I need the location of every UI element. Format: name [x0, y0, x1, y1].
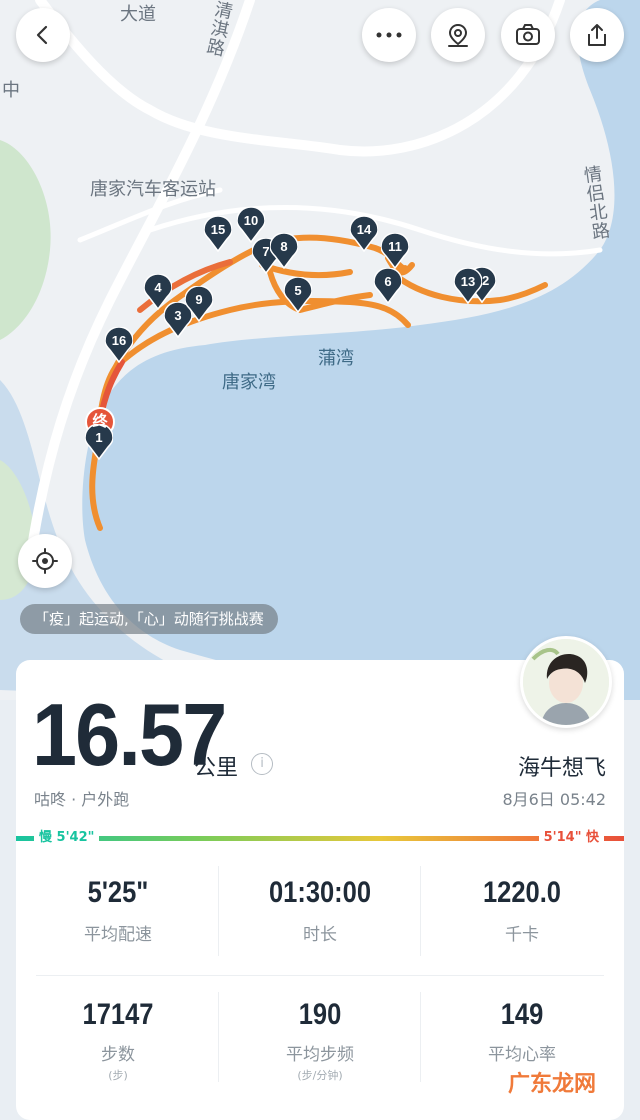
pace-slow-label: 慢 5'42": [34, 829, 100, 847]
km-marker-label: 4: [154, 280, 162, 295]
km-marker-label: 10: [243, 213, 259, 228]
route-map[interactable]: 大道 清淇路 情侣北路 唐家汽车客运站 中 唐家湾 蒲湾 12345678910…: [0, 0, 640, 700]
info-icon[interactable]: i: [251, 753, 273, 775]
km-marker-label: 8: [280, 239, 288, 254]
km-marker-label: 14: [356, 222, 372, 237]
stat-heartrate-value: 149: [500, 998, 544, 1031]
stat-cadence-unit: (步/分钟): [297, 1069, 343, 1082]
km-marker: 16: [104, 326, 134, 364]
km-marker: 4: [143, 273, 173, 311]
back-button[interactable]: [16, 8, 70, 62]
stat-cadence-label: 平均步频: [286, 1045, 354, 1065]
bus-station-label: 唐家汽车客运站: [90, 179, 216, 200]
more-button[interactable]: [362, 8, 416, 62]
left-edge-label: 中: [2, 80, 20, 101]
activity-type: 咕咚 · 户外跑: [34, 790, 130, 809]
km-marker: 9: [184, 285, 214, 323]
divider: [218, 866, 219, 956]
km-marker-label: 16: [111, 333, 127, 348]
road-label-top: 大道: [120, 4, 156, 25]
avatar[interactable]: [520, 636, 612, 728]
crosshair-icon: [32, 548, 58, 574]
km-marker-label: 6: [384, 274, 392, 289]
stat-duration-label: 时长: [303, 925, 337, 945]
stat-steps-value: 17147: [82, 998, 154, 1031]
km-marker: 14: [349, 215, 379, 253]
km-marker-label: 5: [294, 283, 302, 298]
activity-datetime: 8月6日 05:42: [502, 790, 606, 809]
avatar-image: [523, 639, 609, 725]
km-marker-label: 15: [210, 222, 226, 237]
km-marker: 13: [453, 267, 483, 305]
pace-gradient-bar: [16, 836, 624, 841]
km-marker: 15: [203, 215, 233, 253]
divider: [420, 992, 421, 1082]
km-marker: 11: [380, 232, 410, 270]
stat-pace-value: 5'25": [87, 876, 149, 909]
stat-steps-unit: (步): [108, 1069, 128, 1082]
divider: [36, 975, 604, 976]
km-marker: 6: [373, 267, 403, 305]
end-marker: 终: [92, 412, 108, 430]
stat-cadence-value: 190: [298, 998, 342, 1031]
stat-pace-label: 平均配速: [84, 925, 152, 945]
km-marker-label: 9: [195, 292, 203, 307]
more-dots-icon: [376, 32, 402, 38]
stat-calories-value: 1220.0: [482, 876, 561, 909]
divider: [420, 866, 421, 956]
divider: [218, 992, 219, 1082]
km-marker-label: 1: [95, 430, 103, 445]
camera-icon: [516, 24, 540, 45]
location-button[interactable]: [431, 8, 485, 62]
stat-duration-value: 01:30:00: [268, 876, 372, 909]
pace-fast-label: 5'14" 快: [538, 829, 604, 847]
distance-unit: 公里: [194, 756, 239, 781]
locate-button[interactable]: [18, 534, 72, 588]
location-pin-icon: [448, 23, 468, 47]
km-marker: 10: [236, 206, 266, 244]
share-icon: [588, 24, 606, 46]
chevron-left-icon: [36, 25, 48, 45]
challenge-banner[interactable]: 「疫」起运动,「心」动随行挑战赛: [20, 604, 278, 634]
stat-calories-label: 千卡: [505, 925, 539, 945]
km-marker: 8: [269, 232, 299, 270]
stat-steps-label: 步数: [101, 1045, 135, 1065]
km-marker-label: 11: [388, 239, 402, 254]
bay-label-main: 唐家湾: [222, 372, 276, 393]
bay-label-sub: 蒲湾: [318, 348, 354, 369]
km-marker: 5: [283, 276, 313, 314]
username: 海牛想飞: [517, 756, 606, 781]
stat-heartrate-label: 平均心率: [488, 1045, 556, 1065]
km-marker-label: 13: [460, 274, 476, 289]
camera-button[interactable]: [501, 8, 555, 62]
watermark: 广东龙网: [508, 1072, 597, 1097]
share-button[interactable]: [570, 8, 624, 62]
